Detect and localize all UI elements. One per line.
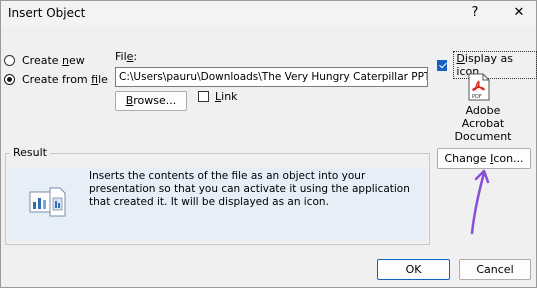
cancel-button[interactable]: Cancel [459,259,531,280]
insert-object-result-icon [29,187,66,217]
file-label: File: [115,50,138,63]
create-from-file-option[interactable]: Create from file [4,73,108,86]
display-as-icon-checkbox[interactable] [437,59,448,71]
display-as-icon-label: Display as icon [453,51,537,79]
ok-button[interactable]: OK [377,259,450,280]
browse-button[interactable]: Browse... [115,91,187,111]
help-button[interactable]: ? [466,3,484,23]
create-new-label: Create new [22,54,85,67]
file-path-input[interactable]: C:\Users\pauru\Downloads\The Very Hungry… [115,67,428,87]
title-bar: Insert Object ? ✕ [1,1,536,26]
link-checkbox[interactable] [198,91,209,102]
icon-caption: Adobe Acrobat Document [454,104,512,143]
result-legend: Result [10,146,50,159]
create-from-file-radio[interactable] [4,74,15,85]
link-label: Link [215,90,238,103]
result-description: Inserts the contents of the file as an o… [89,170,410,209]
dialog-title: Insert Object [8,6,86,20]
pdf-file-icon: PDF [468,73,490,101]
link-option[interactable]: Link [198,90,238,103]
create-new-radio[interactable] [4,55,15,66]
pdf-badge-text: PDF [472,94,482,100]
create-from-file-label: Create from file [22,73,108,86]
annotation-arrow-icon [470,169,490,235]
create-new-option[interactable]: Create new [4,54,85,67]
close-button[interactable]: ✕ [509,3,529,23]
